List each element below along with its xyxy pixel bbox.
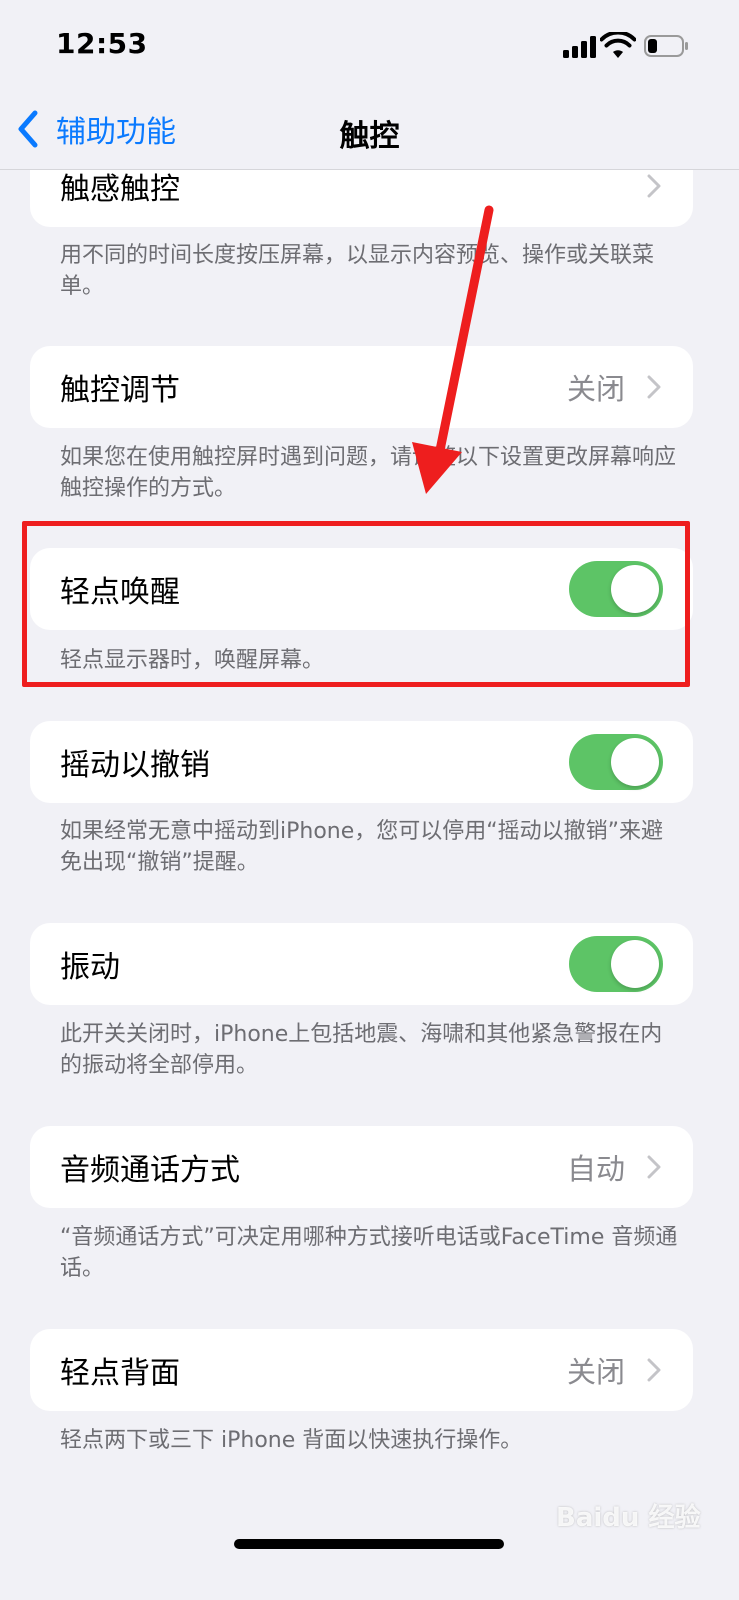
row-footer: 用不同的时间长度按压屏幕，以显示内容预览、操作或关联菜单。: [60, 243, 655, 299]
toggle-knob: [611, 738, 659, 786]
chevron-right-icon: [647, 375, 661, 399]
settings-screen: 12:53 辅助功能 触控 触感触控 用不同的时间长度按压屏幕，以显示内容预览、…: [0, 0, 739, 1600]
watermark-text: Baidu 经验: [556, 1503, 701, 1533]
row-value: 关闭: [566, 1355, 625, 1389]
row-touch-accommodations[interactable]: 触控调节 关闭: [30, 346, 693, 428]
wifi-icon: [600, 32, 636, 58]
row-value: 自动: [566, 1152, 625, 1186]
home-indicator[interactable]: [234, 1539, 504, 1549]
row-back-tap[interactable]: 轻点背面 关闭: [30, 1329, 693, 1411]
baidu-watermark: Baidu 经验: [556, 1497, 700, 1547]
toggle-knob: [611, 940, 659, 988]
row-label: 触控调节: [60, 373, 180, 408]
vibration-toggle[interactable]: [569, 936, 663, 992]
row-label: 轻点唤醒: [60, 575, 180, 610]
row-footer: 轻点两下或三下 iPhone 背面以快速执行操作。: [60, 1428, 523, 1453]
shake-to-undo-toggle[interactable]: [569, 734, 663, 790]
chevron-right-icon: [647, 1358, 661, 1382]
tap-to-wake-toggle[interactable]: [569, 561, 663, 617]
row-label: 音频通话方式: [60, 1153, 240, 1188]
battery-icon: [644, 35, 688, 57]
chevron-right-icon: [647, 174, 661, 198]
page-title: 触控: [339, 119, 400, 154]
row-vibration: 振动: [30, 923, 693, 1005]
row-value: 关闭: [566, 372, 625, 406]
cellular-signal-icon: [563, 34, 603, 58]
toggle-knob: [611, 565, 659, 613]
row-call-audio-routing[interactable]: 音频通话方式 自动: [30, 1126, 693, 1208]
row-label: 摇动以撤销: [60, 748, 210, 783]
status-bar: 12:53: [0, 0, 739, 95]
row-label: 振动: [60, 950, 120, 985]
row-label: 触感触控: [60, 172, 180, 207]
navigation-bar: 辅助功能 触控: [0, 95, 739, 170]
row-label: 轻点背面: [60, 1356, 180, 1391]
row-footer: 此开关关闭时，iPhone上包括地震、海啸和其他紧急警报在内的振动将全部停用。: [60, 1022, 663, 1078]
row-shake-to-undo: 摇动以撤销: [30, 721, 693, 803]
row-footer: 轻点显示器时，唤醒屏幕。: [60, 648, 325, 673]
row-footer: 如果经常无意中摇动到iPhone，您可以停用“摇动以撤销”来避免出现“撤销”提醒…: [60, 819, 664, 875]
row-footer: 如果您在使用触控屏时遇到问题，请调整以下设置更改屏幕响应触控操作的方式。: [60, 445, 677, 501]
row-tap-to-wake: 轻点唤醒: [30, 548, 693, 630]
chevron-right-icon: [647, 1155, 661, 1179]
row-footer: “音频通话方式”可决定用哪种方式接听电话或FaceTime 音频通话。: [60, 1225, 678, 1281]
status-time: 12:53: [56, 27, 148, 60]
